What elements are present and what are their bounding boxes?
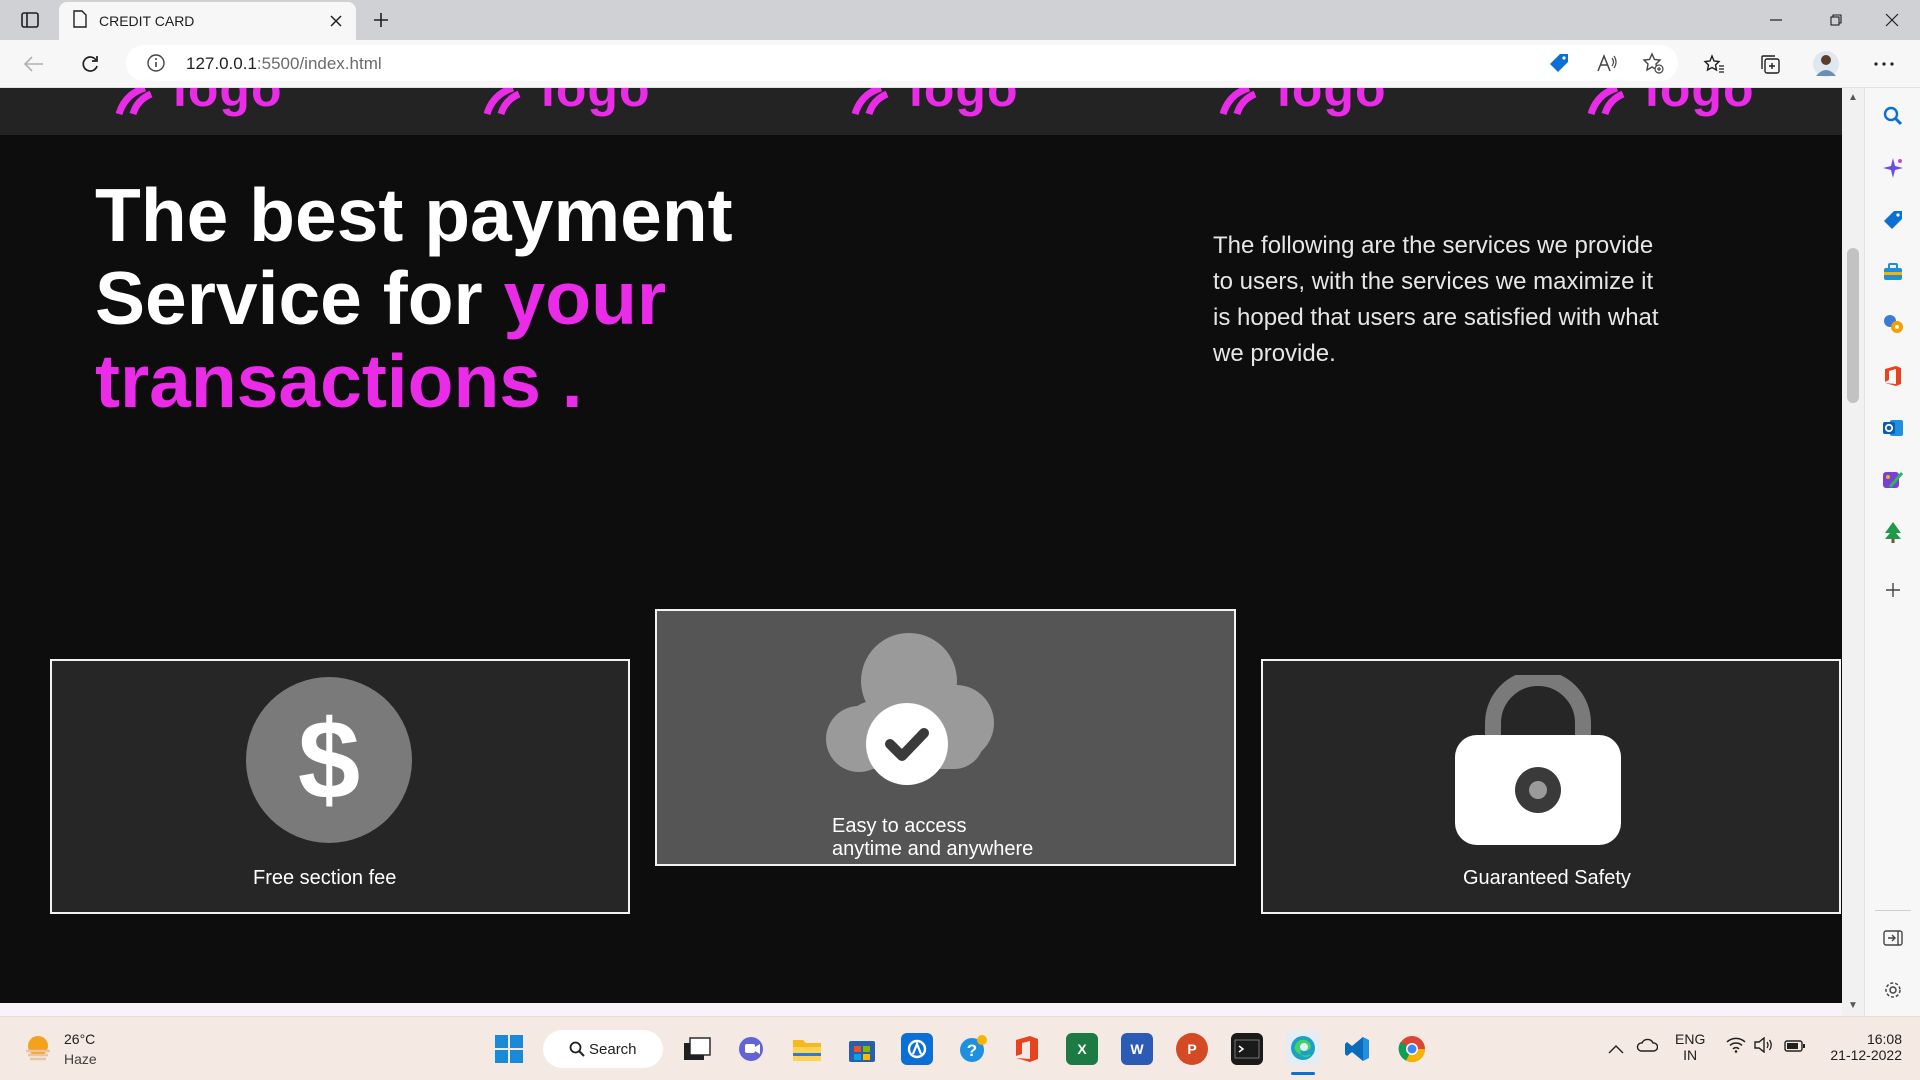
tools-icon[interactable] — [1881, 260, 1905, 284]
teams-chat-icon[interactable] — [736, 1033, 768, 1065]
vscode-icon[interactable] — [1341, 1033, 1373, 1065]
read-aloud-icon[interactable] — [1596, 53, 1618, 78]
add-sidebar-app-icon[interactable] — [1881, 578, 1905, 602]
search-icon[interactable] — [1881, 104, 1905, 128]
search-icon — [569, 1041, 585, 1062]
svg-text:?: ? — [967, 1041, 977, 1060]
windows-taskbar: 26°C Haze Search ? X W P ENG IN 16:08 21… — [0, 1016, 1920, 1080]
weather-condition: Haze — [64, 1051, 97, 1067]
url-text: 127.0.0.1:5500/index.html — [186, 54, 382, 73]
card-label: Free section fee — [253, 867, 397, 889]
sidebar-divider — [1875, 910, 1911, 911]
windows-start-icon[interactable] — [493, 1033, 525, 1065]
scroll-thumb[interactable] — [1847, 248, 1859, 403]
add-favorite-icon[interactable] — [1642, 52, 1664, 79]
more-options-icon[interactable] — [1868, 48, 1900, 80]
active-tab[interactable]: CREDIT CARD — [59, 2, 356, 40]
shopping-icon[interactable] — [1881, 208, 1905, 232]
browser-toolbar: 127.0.0.1:5500/index.html — [0, 40, 1920, 88]
scroll-up-icon[interactable]: ▲ — [1848, 93, 1858, 103]
logo-strip: logo logo logo logo logo — [0, 88, 1842, 135]
hide-sidebar-icon[interactable] — [1881, 926, 1905, 950]
onedrive-icon[interactable] — [1636, 1037, 1659, 1058]
page-scrollbar[interactable]: ▲ ▼ — [1842, 88, 1864, 1016]
taskbar-search[interactable]: Search — [543, 1030, 663, 1068]
feature-card-easy-access: Easy to access anytime and anywhere — [655, 609, 1236, 866]
lock-icon — [1453, 670, 1623, 852]
dollar-icon: $ — [245, 676, 413, 849]
partner-logo: logo — [1587, 88, 1755, 118]
restore-icon[interactable] — [1806, 0, 1866, 40]
wifi-icon[interactable] — [1726, 1037, 1746, 1058]
task-view-icon[interactable] — [681, 1033, 713, 1065]
terminal-icon[interactable] — [1231, 1033, 1263, 1065]
tree-icon[interactable] — [1881, 520, 1905, 544]
file-explorer-icon[interactable] — [791, 1033, 823, 1065]
card-label: Guaranteed Safety — [1463, 867, 1631, 889]
edge-browser-icon[interactable] — [1286, 1031, 1320, 1065]
settings-gear-icon[interactable] — [1881, 978, 1905, 1002]
collections-icon[interactable] — [1754, 48, 1786, 80]
card-label: Easy to access anytime and anywhere — [832, 815, 1034, 860]
get-help-icon[interactable]: ? — [957, 1033, 989, 1065]
edge-sidebar — [1864, 88, 1920, 1016]
back-icon[interactable] — [18, 48, 50, 80]
services-description: The following are the services we provid… — [1213, 232, 1659, 367]
weather-haze-icon[interactable] — [22, 1033, 54, 1070]
feature-card-free-fee: $ Free section fee — [50, 659, 630, 914]
powerpoint-icon[interactable]: P — [1176, 1033, 1208, 1065]
volume-icon[interactable] — [1754, 1036, 1774, 1058]
language-indicator[interactable]: ENG IN — [1675, 1031, 1705, 1063]
active-app-indicator — [1291, 1072, 1315, 1075]
search-label: Search — [589, 1040, 637, 1058]
feature-card-safety: Guaranteed Safety — [1261, 659, 1841, 914]
tab-bar: CREDIT CARD — [0, 0, 1920, 40]
page-viewport: logo logo logo logo logo The best paymen… — [0, 88, 1842, 1003]
chrome-icon[interactable] — [1396, 1033, 1428, 1065]
refresh-icon[interactable] — [74, 48, 106, 80]
favorites-icon[interactable] — [1698, 48, 1730, 80]
battery-icon[interactable] — [1784, 1039, 1806, 1057]
weather-temperature: 26°C — [64, 1031, 96, 1047]
games-icon[interactable] — [1881, 312, 1905, 336]
designer-icon[interactable] — [1881, 468, 1905, 492]
shopping-tag-icon[interactable] — [1548, 52, 1570, 79]
microsoft-store-icon[interactable] — [846, 1033, 878, 1065]
copilot-icon[interactable] — [1881, 156, 1905, 180]
office-icon[interactable] — [1011, 1033, 1043, 1065]
minimize-icon[interactable] — [1746, 0, 1806, 40]
address-bar[interactable]: 127.0.0.1:5500/index.html — [126, 45, 1678, 81]
page-icon — [73, 9, 87, 33]
close-tab-icon[interactable] — [326, 11, 346, 31]
new-tab-icon[interactable] — [367, 6, 395, 34]
app-icon[interactable] — [901, 1033, 933, 1065]
info-icon[interactable] — [146, 53, 166, 78]
tab-title: CREDIT CARD — [99, 13, 195, 29]
clock[interactable]: 16:08 21-12-2022 — [1826, 1031, 1902, 1063]
page-footer-edge — [0, 1003, 1842, 1016]
svg-text:$: $ — [298, 697, 360, 822]
partner-logo: logo — [1219, 88, 1387, 118]
scroll-down-icon[interactable]: ▼ — [1848, 1001, 1858, 1011]
word-icon[interactable]: W — [1121, 1033, 1153, 1065]
partner-logo: logo — [483, 88, 651, 118]
partner-logo: logo — [115, 88, 283, 118]
hero-title: The best payment Service for your transa… — [95, 173, 733, 423]
show-hidden-icons-icon[interactable] — [1608, 1041, 1624, 1059]
tab-actions-icon[interactable] — [16, 9, 44, 31]
excel-icon[interactable]: X — [1066, 1033, 1098, 1065]
cloud-check-icon — [824, 631, 994, 794]
profile-avatar[interactable] — [1810, 48, 1842, 80]
partner-logo: logo — [851, 88, 1019, 118]
office-icon[interactable] — [1881, 364, 1905, 388]
outlook-icon[interactable] — [1881, 416, 1905, 440]
close-window-icon[interactable] — [1862, 0, 1920, 40]
